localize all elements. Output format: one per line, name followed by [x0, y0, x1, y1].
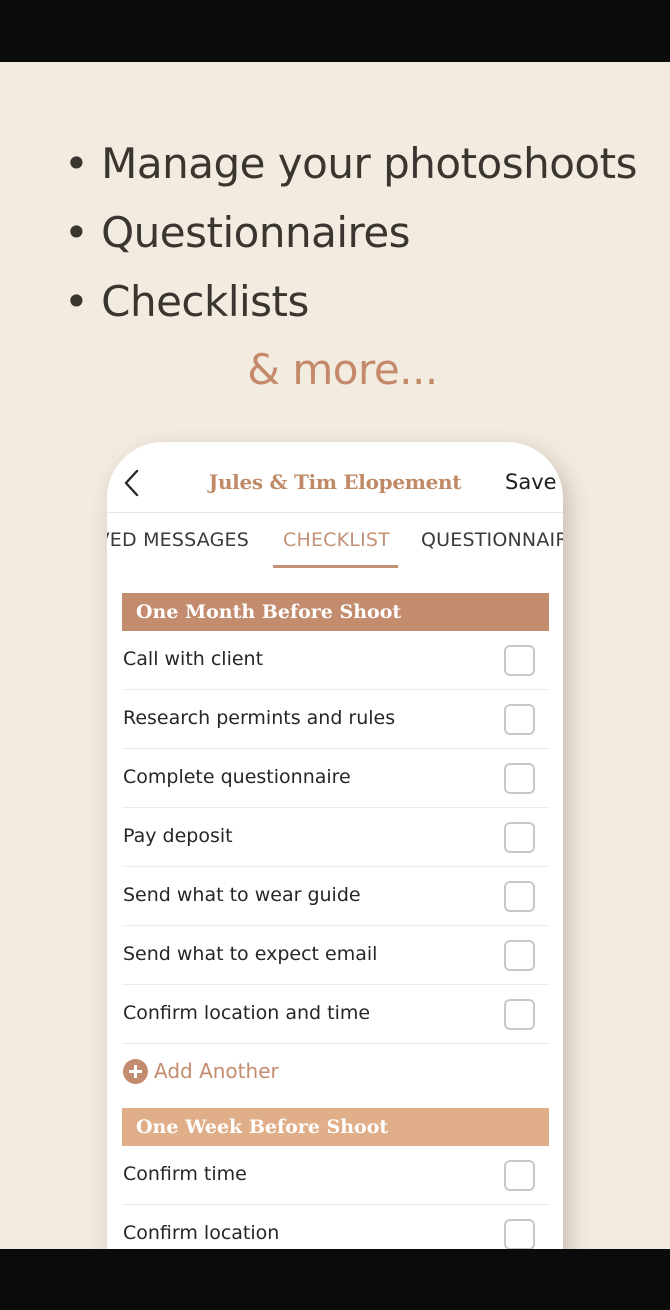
checklist-item[interactable]: Pay deposit [122, 808, 549, 867]
checkbox[interactable] [504, 822, 535, 853]
checkbox[interactable] [504, 645, 535, 676]
checkbox[interactable] [504, 881, 535, 912]
checklist-item[interactable]: Confirm location and time [122, 985, 549, 1044]
tab-bar: VED MESSAGES CHECKLIST QUESTIONNAIRES [107, 513, 563, 569]
save-button[interactable]: Save [505, 470, 557, 494]
checklist-item-label: Confirm time [123, 1163, 247, 1185]
tab-saved-messages[interactable]: VED MESSAGES [107, 529, 249, 551]
checklist-item[interactable]: Research permints and rules [122, 690, 549, 749]
checkbox[interactable] [504, 763, 535, 794]
checklist-item[interactable]: Call with client [122, 631, 549, 690]
top-black-bar [0, 0, 670, 62]
checklist-item-label: Send what to wear guide [123, 884, 361, 906]
phone-screen: Jules & Tim Elopement Save VED MESSAGES … [107, 442, 563, 1249]
add-another-label: Add Another [154, 1059, 279, 1083]
add-another-button[interactable]: Add Another [122, 1050, 422, 1086]
more-tagline: & more... [247, 345, 438, 394]
checklist-item[interactable]: Confirm location [122, 1205, 549, 1249]
checklist-item-label: Research permints and rules [123, 707, 396, 729]
tab-questionnaires[interactable]: QUESTIONNAIRES [421, 529, 563, 551]
tab-checklist[interactable]: CHECKLIST [283, 529, 390, 551]
promo-background: • Manage your photoshoots • Questionnair… [0, 62, 670, 1249]
active-tab-indicator [273, 565, 398, 568]
section-header-one-month: One Month Before Shoot [122, 593, 549, 631]
feature-list: • Manage your photoshoots • Questionnair… [64, 134, 664, 341]
checklist-item-label: Pay deposit [123, 825, 233, 847]
checklist-one-month: Call with client Research permints and r… [122, 631, 549, 1044]
checkbox[interactable] [504, 704, 535, 735]
checklist-item-label: Confirm location and time [123, 1002, 371, 1024]
checkbox[interactable] [504, 940, 535, 971]
checklist-item[interactable]: Complete questionnaire [122, 749, 549, 808]
checkbox[interactable] [504, 1219, 535, 1249]
checklist-item[interactable]: Send what to wear guide [122, 867, 549, 926]
navigation-bar: Jules & Tim Elopement Save [107, 442, 563, 512]
checklist-one-week: Confirm time Confirm location [122, 1146, 549, 1249]
feature-bullet-photoshoots: • Manage your photoshoots [64, 139, 637, 188]
section-header-one-week: One Week Before Shoot [122, 1108, 549, 1146]
checklist-item[interactable]: Send what to expect email [122, 926, 549, 985]
back-chevron-icon[interactable] [121, 468, 143, 498]
page-title: Jules & Tim Elopement [208, 470, 462, 494]
checklist-item-label: Send what to expect email [123, 943, 378, 965]
checklist-item-label: Confirm location [123, 1222, 280, 1244]
checklist-item-label: Complete questionnaire [123, 766, 351, 788]
checklist-item[interactable]: Confirm time [122, 1146, 549, 1205]
bottom-black-bar [0, 1249, 670, 1310]
checkbox[interactable] [504, 999, 535, 1030]
checklist-item-label: Call with client [123, 648, 264, 670]
checkbox[interactable] [504, 1160, 535, 1191]
plus-circle-icon [123, 1059, 148, 1084]
feature-bullet-checklists: • Checklists [64, 277, 309, 326]
feature-bullet-questionnaires: • Questionnaires [64, 208, 411, 257]
